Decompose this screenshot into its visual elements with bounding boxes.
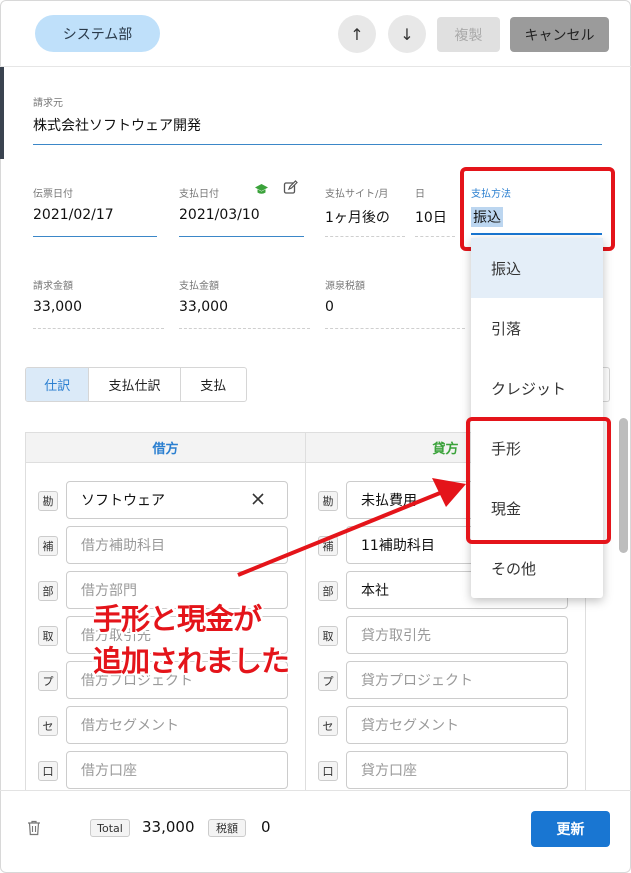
update-button[interactable]: 更新 <box>531 811 610 847</box>
total-value: 33,000 <box>142 818 195 836</box>
annotation-arrow <box>237 478 466 577</box>
trash-icon[interactable] <box>27 820 41 840</box>
tax-tag: 税額 <box>208 819 246 837</box>
tax-value: 0 <box>261 818 271 836</box>
total-tag: Total <box>90 819 130 837</box>
footer-divider <box>0 790 631 791</box>
annotation-line-1: 手形と現金が <box>93 602 262 636</box>
annotation-line-2: 追加されました <box>93 644 290 678</box>
